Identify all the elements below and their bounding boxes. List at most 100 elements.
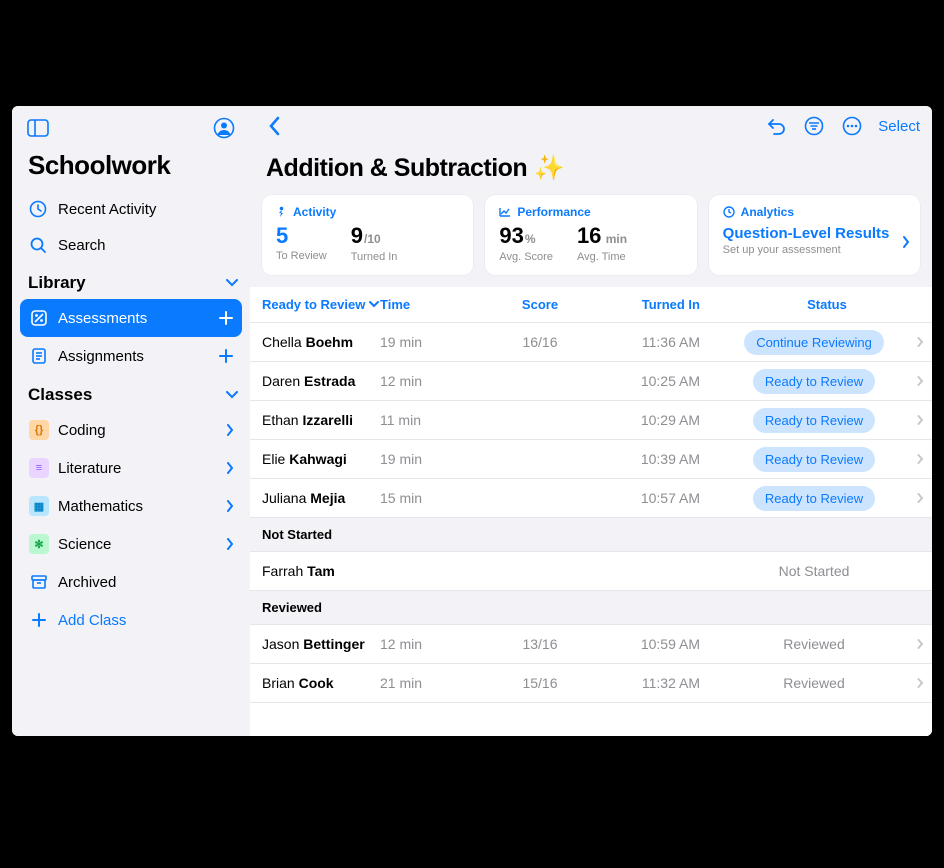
sidebar-class-coding[interactable]: {} Coding (20, 411, 242, 449)
archive-icon (28, 573, 50, 591)
status-pill[interactable]: Ready to Review (753, 447, 875, 472)
sidebar-search[interactable]: Search (12, 227, 250, 263)
status-cell: Reviewed (728, 675, 908, 691)
sidebar-archived[interactable]: Archived (20, 563, 242, 601)
main-toolbar: Select (250, 106, 932, 146)
sidebar-add-class[interactable]: Add Class (20, 601, 242, 639)
sidebar-item-assignments[interactable]: Assignments (20, 337, 242, 375)
score-cell: 13/16 (480, 636, 600, 652)
analytics-card[interactable]: Analytics Question-Level Results Set up … (709, 195, 920, 275)
person-icon (276, 206, 287, 218)
turned-in-cell: 11:32 AM (600, 675, 700, 691)
sidebar-recent-activity[interactable]: Recent Activity (12, 191, 250, 227)
column-ready-to-review[interactable]: Ready to Review (250, 297, 380, 312)
library-section-header[interactable]: Library (12, 263, 250, 299)
plus-icon[interactable] (218, 348, 234, 364)
time-cell: 11 min (380, 412, 480, 428)
turned-in-cell: 10:57 AM (600, 490, 700, 506)
table-row[interactable]: Brian Cook 21 min 15/16 11:32 AM Reviewe… (250, 664, 932, 703)
chevron-right-icon (226, 500, 234, 512)
column-turned-in[interactable]: Turned In (600, 297, 700, 312)
student-name: Ethan Izzarelli (250, 412, 380, 428)
avg-time: 16 (577, 223, 601, 248)
class-icon: ▦ (28, 496, 50, 516)
time-cell: 15 min (380, 490, 480, 506)
student-name: Daren Estrada (250, 373, 380, 389)
table-row[interactable]: Farrah Tam Not Started (250, 552, 932, 591)
turned-in-label: Turned In (351, 251, 398, 263)
chevron-right-icon (902, 235, 910, 249)
status-cell: Ready to Review (728, 486, 908, 511)
sidebar-class-science[interactable]: ✻ Science (20, 525, 242, 563)
score-cell: 16/16 (480, 334, 600, 350)
time-cell: 19 min (380, 334, 480, 350)
clock-icon (28, 200, 48, 218)
student-name: Farrah Tam (250, 563, 380, 579)
chevron-right-icon (908, 638, 932, 650)
sidebar-item-label: Science (58, 536, 226, 553)
table-row[interactable]: Chella Boehm 19 min 16/16 11:36 AM Conti… (250, 323, 932, 362)
column-time[interactable]: Time (380, 297, 480, 312)
status-text: Reviewed (783, 636, 844, 652)
status-pill[interactable]: Continue Reviewing (744, 330, 884, 355)
table-row[interactable]: Elie Kahwagi 19 min 10:39 AM Ready to Re… (250, 440, 932, 479)
page-title: Addition & Subtraction ✨ (250, 146, 932, 195)
time-cell: 12 min (380, 636, 480, 652)
chevron-right-icon (908, 453, 932, 465)
student-name: Chella Boehm (250, 334, 380, 350)
table-row[interactable]: Jason Bettinger 12 min 13/16 10:59 AM Re… (250, 625, 932, 664)
chevron-right-icon (226, 538, 234, 550)
classes-section-header[interactable]: Classes (12, 375, 250, 411)
search-icon (28, 236, 48, 254)
chevron-right-icon (908, 375, 932, 387)
more-icon[interactable] (840, 114, 864, 138)
app-window: Schoolwork Recent Activity Search Librar… (12, 106, 932, 736)
chevron-down-icon (226, 279, 238, 287)
status-pill[interactable]: Ready to Review (753, 486, 875, 511)
turned-in-cell: 10:59 AM (600, 636, 700, 652)
status-cell: Ready to Review (728, 408, 908, 433)
plus-icon[interactable] (218, 310, 234, 326)
avg-time-unit: min (602, 232, 627, 246)
status-text: Reviewed (783, 675, 844, 691)
plus-icon (28, 612, 50, 628)
chevron-right-icon (908, 677, 932, 689)
sidebar-class-mathematics[interactable]: ▦ Mathematics (20, 487, 242, 525)
status-pill[interactable]: Ready to Review (753, 408, 875, 433)
sidebar-item-label: Add Class (58, 612, 234, 629)
status-cell: Reviewed (728, 636, 908, 652)
sidebar-item-label: Recent Activity (58, 201, 156, 218)
class-icon: ≡ (28, 458, 50, 478)
chevron-right-icon (226, 462, 234, 474)
status-pill[interactable]: Ready to Review (753, 369, 875, 394)
column-status[interactable]: Status (752, 297, 932, 312)
turned-in-cell: 10:39 AM (600, 451, 700, 467)
sidebar-class-literature[interactable]: ≡ Literature (20, 449, 242, 487)
table-row[interactable]: Daren Estrada 12 min 10:25 AM Ready to R… (250, 362, 932, 401)
back-button[interactable] (262, 114, 286, 138)
sidebar-item-label: Search (58, 237, 106, 254)
status-cell: Continue Reviewing (728, 330, 908, 355)
sidebar-item-label: Archived (58, 574, 234, 591)
student-name: Brian Cook (250, 675, 380, 691)
clock-icon (723, 206, 735, 218)
account-icon[interactable] (212, 116, 236, 140)
analytics-title: Question-Level Results (723, 225, 906, 242)
select-button[interactable]: Select (878, 118, 920, 135)
performance-card[interactable]: Performance 93% Avg. Score 16 min Avg. T… (485, 195, 696, 275)
section-reviewed: Reviewed (250, 591, 932, 625)
table-row[interactable]: Ethan Izzarelli 11 min 10:29 AM Ready to… (250, 401, 932, 440)
turned-in-total: /10 (364, 232, 381, 246)
table-header: Ready to Review Time Score Turned In Sta… (250, 287, 932, 323)
sidebar-item-assessments[interactable]: Assessments (20, 299, 242, 337)
time-cell: 12 min (380, 373, 480, 389)
undo-icon[interactable] (764, 114, 788, 138)
to-review-count: 5 (276, 225, 327, 247)
avg-score-label: Avg. Score (499, 251, 553, 263)
activity-card[interactable]: Activity 5 To Review 9/10 Turned In (262, 195, 473, 275)
status-cell: Not Started (728, 563, 908, 579)
column-score[interactable]: Score (480, 297, 600, 312)
sidebar-toggle-icon[interactable] (26, 116, 50, 140)
table-row[interactable]: Juliana Mejia 15 min 10:57 AM Ready to R… (250, 479, 932, 518)
filter-icon[interactable] (802, 114, 826, 138)
